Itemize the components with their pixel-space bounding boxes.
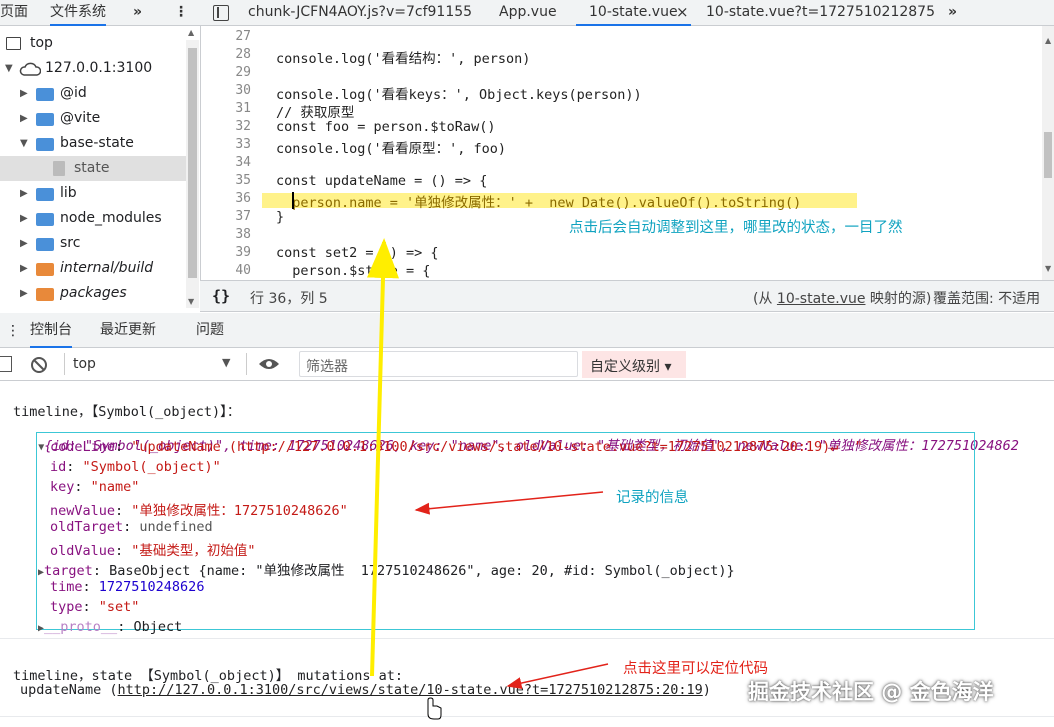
yellow-arrow xyxy=(367,238,399,677)
hand-cursor-icon xyxy=(427,697,442,720)
red-arrow-recorded xyxy=(414,491,604,515)
annotation-arrows xyxy=(367,238,609,720)
red-arrow-click xyxy=(506,663,609,689)
watermark: 掘金技术社区 @ 金色海洋 xyxy=(748,680,994,704)
